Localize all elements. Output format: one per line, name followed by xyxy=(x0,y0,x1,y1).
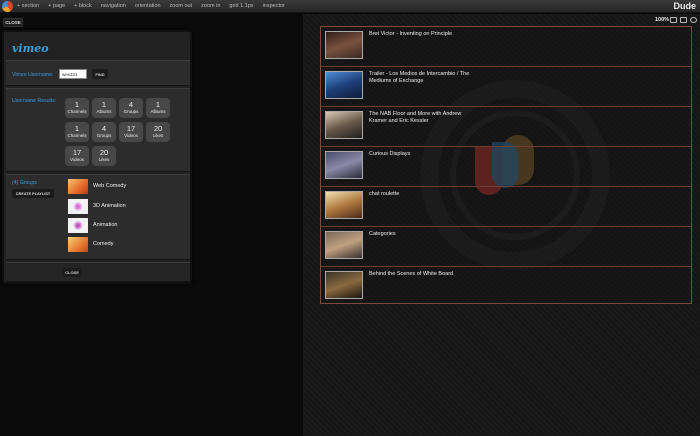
video-row[interactable]: Categories xyxy=(321,227,691,267)
video-list: Bret Victor - Inventing on Principle Tra… xyxy=(320,26,692,304)
group-item-comedy[interactable]: Comedy xyxy=(68,236,113,252)
video-title: Behind the Scenes of White Board xyxy=(369,271,454,277)
group-name: Comedy xyxy=(93,241,114,247)
video-row[interactable]: chat roulette xyxy=(321,187,691,227)
menu-add-block[interactable]: + block xyxy=(74,3,92,9)
video-row[interactable]: Trailer - Los Medios de Intercambio / Th… xyxy=(321,67,691,107)
group-thumbnail xyxy=(68,178,88,194)
stat-videos-2[interactable]: 17 Videos xyxy=(65,146,89,166)
app-logo-icon xyxy=(2,0,13,12)
results-section: Username Results: 1 Channels 1 Albums 4 Gro… xyxy=(6,88,190,172)
video-thumbnail xyxy=(325,71,363,99)
menu-grid[interactable]: grid 1.1px xyxy=(229,3,253,9)
video-title: Curious Displays xyxy=(369,151,411,157)
close-bottom-button[interactable]: CLOSE xyxy=(62,268,82,277)
video-row[interactable]: The NAB Floor and More with Andrew Krame… xyxy=(321,107,691,147)
menu-navigation[interactable]: navigation xyxy=(101,3,126,9)
stat-likes-2[interactable]: 20 Likes xyxy=(92,146,116,166)
vimeo-logo: vimeo xyxy=(12,42,49,55)
video-row[interactable]: Curious Displays xyxy=(321,147,691,187)
monitor-icon[interactable] xyxy=(670,17,677,23)
close-section: CLOSE xyxy=(6,262,190,282)
video-title: Bret Victor - Inventing on Principle xyxy=(369,31,453,37)
stat-groups[interactable]: 4 Groups xyxy=(119,98,143,118)
top-menu-bar: + section + page + block navigation orie… xyxy=(0,0,700,13)
video-thumbnail xyxy=(325,151,363,179)
brand-name: Dude xyxy=(673,1,697,11)
close-top-button[interactable]: CLOSE xyxy=(3,18,23,27)
group-name: Animation xyxy=(93,222,118,228)
menu-inspector[interactable]: inspector xyxy=(263,3,285,9)
stat-albums-2[interactable]: 1 Albums xyxy=(146,98,170,118)
video-thumbnail xyxy=(325,31,363,59)
zoom-level: 100% xyxy=(655,17,670,23)
group-name: Web Comedy xyxy=(93,183,127,189)
video-thumbnail xyxy=(325,231,363,259)
print-icon[interactable] xyxy=(680,17,687,23)
stat-channels[interactable]: 1 Channels xyxy=(65,98,89,118)
results-label: Username Results: xyxy=(12,98,57,104)
video-thumbnail xyxy=(325,191,363,219)
video-row[interactable]: Bret Victor - Inventing on Principle xyxy=(321,27,691,67)
find-button[interactable]: FIND xyxy=(92,69,108,79)
stat-videos[interactable]: 17 Videos xyxy=(119,122,143,142)
menu-orientation[interactable]: orientation xyxy=(135,3,161,9)
video-title: Categories xyxy=(369,231,396,237)
stat-likes[interactable]: 20 Likes xyxy=(146,122,170,142)
create-playlist-button[interactable]: CREATE PLAYLIST xyxy=(12,189,54,198)
stat-albums[interactable]: 1 Albums xyxy=(92,98,116,118)
groups-section: (4) Groups CREATE PLAYLIST Web Comedy 3D… xyxy=(6,174,190,260)
group-thumbnail xyxy=(68,236,88,252)
group-item-web-comedy[interactable]: Web Comedy xyxy=(68,178,126,194)
group-thumbnail xyxy=(68,198,88,214)
stat-channels-2[interactable]: 1 Channels xyxy=(65,122,89,142)
username-section: Vimeo Username: wes321 FIND xyxy=(6,60,190,86)
video-row[interactable]: Behind the Scenes of White Board xyxy=(321,267,691,307)
menu-add-section[interactable]: + section xyxy=(17,3,39,9)
username-label: Vimeo Username: xyxy=(12,72,54,78)
video-thumbnail xyxy=(325,111,363,139)
video-title: The NAB Floor and More with Andrew Krame… xyxy=(369,111,462,124)
group-name: 3D Animation xyxy=(93,203,126,209)
groups-label: (4) Groups xyxy=(12,180,37,186)
username-input[interactable]: wes321 xyxy=(59,69,87,79)
group-item-animation[interactable]: Animation xyxy=(68,217,117,233)
vimeo-panel: vimeo Vimeo Username: wes321 FIND Userna… xyxy=(2,30,192,284)
video-title: Trailer - Los Medios de Intercambio / Th… xyxy=(369,71,470,84)
video-title: chat roulette xyxy=(369,191,400,197)
group-item-3d-animation[interactable]: 3D Animation xyxy=(68,198,126,214)
settings-icon[interactable] xyxy=(690,17,697,23)
menu-add-page[interactable]: + page xyxy=(48,3,65,9)
menu-zoom-out[interactable]: zoom out xyxy=(170,3,193,9)
video-thumbnail xyxy=(325,271,363,299)
stat-groups-2[interactable]: 4 Groups xyxy=(92,122,116,142)
menu-zoom-in[interactable]: zoom in xyxy=(201,3,220,9)
group-thumbnail xyxy=(68,217,88,233)
